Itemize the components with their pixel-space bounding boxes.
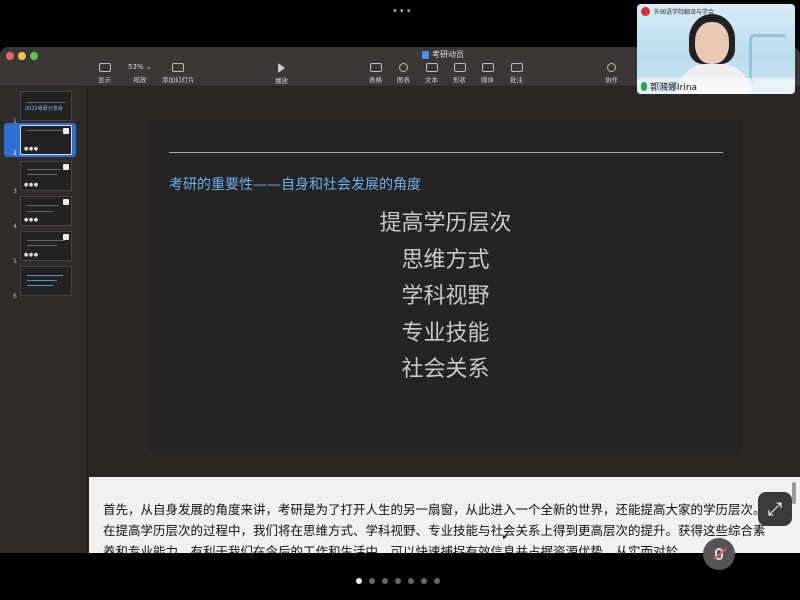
build-badge-icon [63,164,69,170]
keynote-doc-icon [422,50,429,59]
sidebar-view-icon [98,63,111,72]
slide-thumbnail-3[interactable]: ●●● 3 [0,161,88,195]
current-slide[interactable]: 考研的重要性——自身和社会发展的角度 提高学历层次 思维方式 学科视野 专业技能… [149,120,742,453]
presenter-notes[interactable]: 首先，从自身发展的角度来讲，考研是为了打开人生的另一扇窗，从此进入一个全新的世界… [89,477,800,553]
slide-thumbnail-1[interactable]: 2022考研分享会 1 [0,91,88,125]
slide-thumbnail-2[interactable]: ●●● 2 [4,123,76,157]
toolbar-add-slide-button[interactable]: 添加幻灯片 [162,63,195,84]
slide-thumbnail-6[interactable]: 6 [0,266,88,300]
expand-icon[interactable]: ⤢ [758,492,792,526]
build-badge-icon [63,234,69,240]
toolbar-collaborate-button[interactable]: 协作 [605,63,618,84]
notes-scrollbar[interactable] [792,482,796,504]
page-dot[interactable] [382,578,388,584]
toolbar-comment-button[interactable]: 批注 [510,63,523,84]
toolbar-view-button[interactable]: 显示 [98,63,111,84]
slide-item: 专业技能 [401,320,490,346]
toolbar-chart-button[interactable]: 图表 [397,63,410,84]
slide-item: 社会关系 [401,357,490,382]
toolbar-media-button[interactable]: 媒体 [481,63,494,84]
media-icon [481,63,494,72]
deer-illustration-icon [749,34,787,82]
table-icon [369,63,382,72]
presenter-notes-text[interactable]: 首先，从自身发展的角度来讲，考研是为了打开人生的另一扇窗，从此进入一个全新的世界… [103,499,773,553]
page-indicator[interactable] [356,578,440,584]
chart-icon [399,63,408,72]
play-icon [278,63,285,73]
toolbar-text-button[interactable]: 文本 [425,63,438,84]
window-menu-dots[interactable]: ••• [392,6,413,17]
page-dot[interactable] [434,578,440,584]
fullscreen-window-button[interactable] [30,52,38,60]
build-badge-icon [63,128,69,134]
keynote-window: 考研动员 显示 53% ⌄ 缩放 添加幻灯片 播放 表格 图表 文本 形状 媒体… [0,47,800,553]
page-dot[interactable] [395,578,401,584]
slide-navigator: 2022考研分享会 1 ●●● 2 ●●● 3 ●●● 4 ●●● 5 6 [0,87,88,553]
slide-item: 学科视野 [401,284,490,309]
video-participant-tile[interactable]: 外国语学院翻译与学会 郭漪娜Irina [637,4,795,94]
build-badge-icon [63,199,69,205]
university-logo-icon [641,7,650,16]
slide-bullet-list: 提高学历层次 思维方式 学科视野 专业技能 社会关系 [149,206,742,389]
participant-label: 郭漪娜Irina [637,78,795,94]
toolbar-shape-button[interactable]: 形状 [453,63,466,84]
mic-active-icon [641,81,647,91]
slide-heading: 考研的重要性——自身和社会发展的角度 [169,177,421,193]
collaborate-icon [607,63,616,72]
page-dot[interactable] [421,578,427,584]
slide-item: 提高学历层次 [379,211,512,236]
page-dot[interactable] [356,578,362,584]
slide-item: 思维方式 [401,247,490,273]
toolbar-zoom-button[interactable]: 53% ⌄ 缩放 [128,63,152,84]
toolbar-table-button[interactable]: 表格 [369,63,382,84]
minimize-window-button[interactable] [18,52,26,60]
participant-face [695,22,729,64]
slide-thumbnail-5[interactable]: ●●● 5 [0,231,88,265]
slide-thumbnail-4[interactable]: ●●● 4 [0,196,88,230]
mouse-cursor-icon [503,535,507,539]
text-box-icon [425,63,438,72]
shape-icon [453,63,466,72]
document-title: 考研动员 [422,49,464,60]
comment-icon [510,63,523,72]
page-dot[interactable] [369,578,375,584]
slide-divider [169,152,723,153]
close-window-button[interactable] [6,52,14,60]
page-dot[interactable] [408,578,414,584]
zoom-value: 53% ⌄ [128,63,152,71]
toolbar-play-button[interactable]: 播放 [275,63,288,85]
add-slide-icon [172,63,185,72]
slide-canvas[interactable]: 考研的重要性——自身和社会发展的角度 提高学历层次 思维方式 学科视野 专业技能… [89,87,800,467]
